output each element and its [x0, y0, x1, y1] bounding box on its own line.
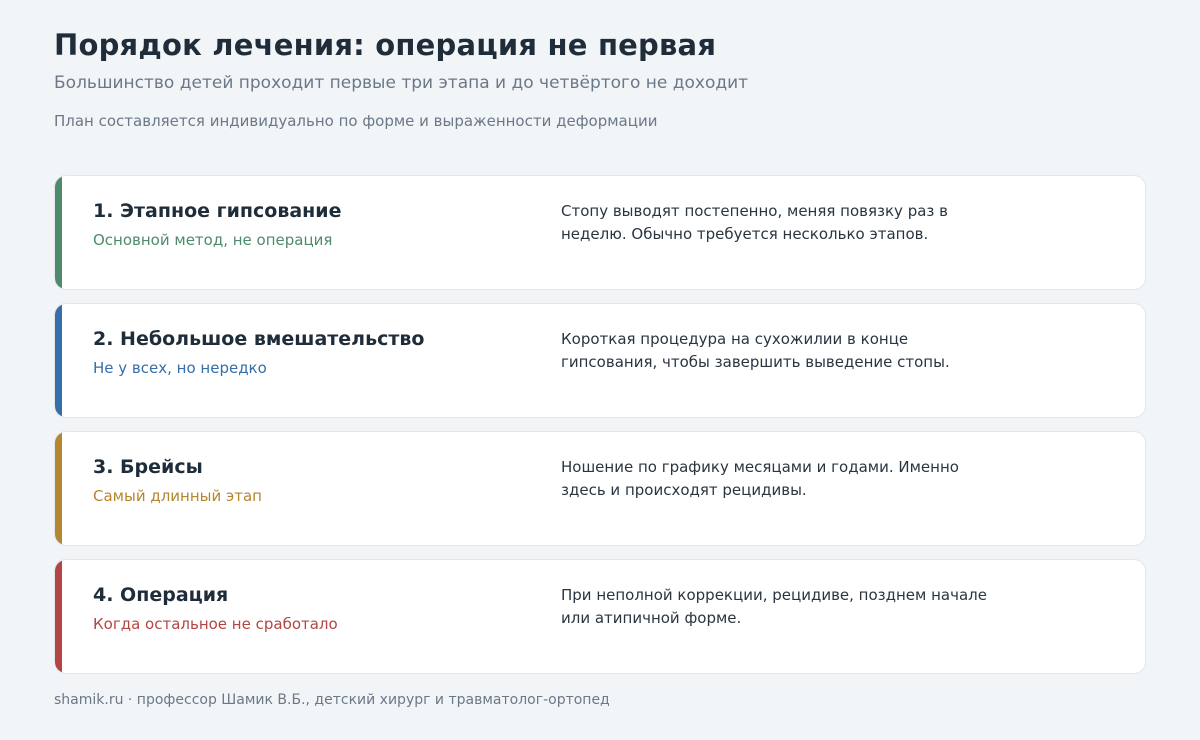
step-title: 2. Небольшое вмешательство — [93, 328, 425, 350]
step-subtitle: Самый длинный этап — [93, 487, 262, 505]
page-title: Порядок лечения: операция не первая — [54, 28, 717, 62]
step-title: 4. Операция — [93, 584, 229, 606]
step-accent-bar — [55, 304, 62, 417]
footer-credit: shamik.ru · профессор Шамик В.Б., детски… — [54, 692, 610, 708]
step-title: 1. Этапное гипсование — [93, 200, 342, 222]
step-card-braces: 3. Брейсы Самый длинный этап Ношение по … — [54, 431, 1146, 546]
step-subtitle: Не у всех, но нередко — [93, 359, 267, 377]
step-card-casting: 1. Этапное гипсование Основной метод, не… — [54, 175, 1146, 290]
step-accent-bar — [55, 560, 62, 673]
treatment-steps-list: 1. Этапное гипсование Основной метод, не… — [54, 175, 1146, 687]
step-subtitle: Основной метод, не операция — [93, 231, 333, 249]
step-accent-bar — [55, 176, 62, 289]
step-title: 3. Брейсы — [93, 456, 203, 478]
step-card-operation: 4. Операция Когда остальное не сработало… — [54, 559, 1146, 674]
page: Порядок лечения: операция не первая Боль… — [54, 0, 1146, 740]
step-description: Стопу выводят постепенно, меняя повязку … — [561, 202, 948, 243]
step-card-intervention: 2. Небольшое вмешательство Не у всех, но… — [54, 303, 1146, 418]
step-description: Короткая процедура на сухожилии в конце … — [561, 330, 950, 371]
step-description: При неполной коррекции, рецидиве, поздне… — [561, 586, 987, 627]
step-accent-bar — [55, 432, 62, 545]
page-note: План составляется индивидуально по форме… — [54, 112, 658, 130]
page-subtitle: Большинство детей проходит первые три эт… — [54, 73, 749, 93]
step-subtitle: Когда остальное не сработало — [93, 615, 338, 633]
step-description: Ношение по графику месяцами и годами. Им… — [561, 458, 959, 499]
